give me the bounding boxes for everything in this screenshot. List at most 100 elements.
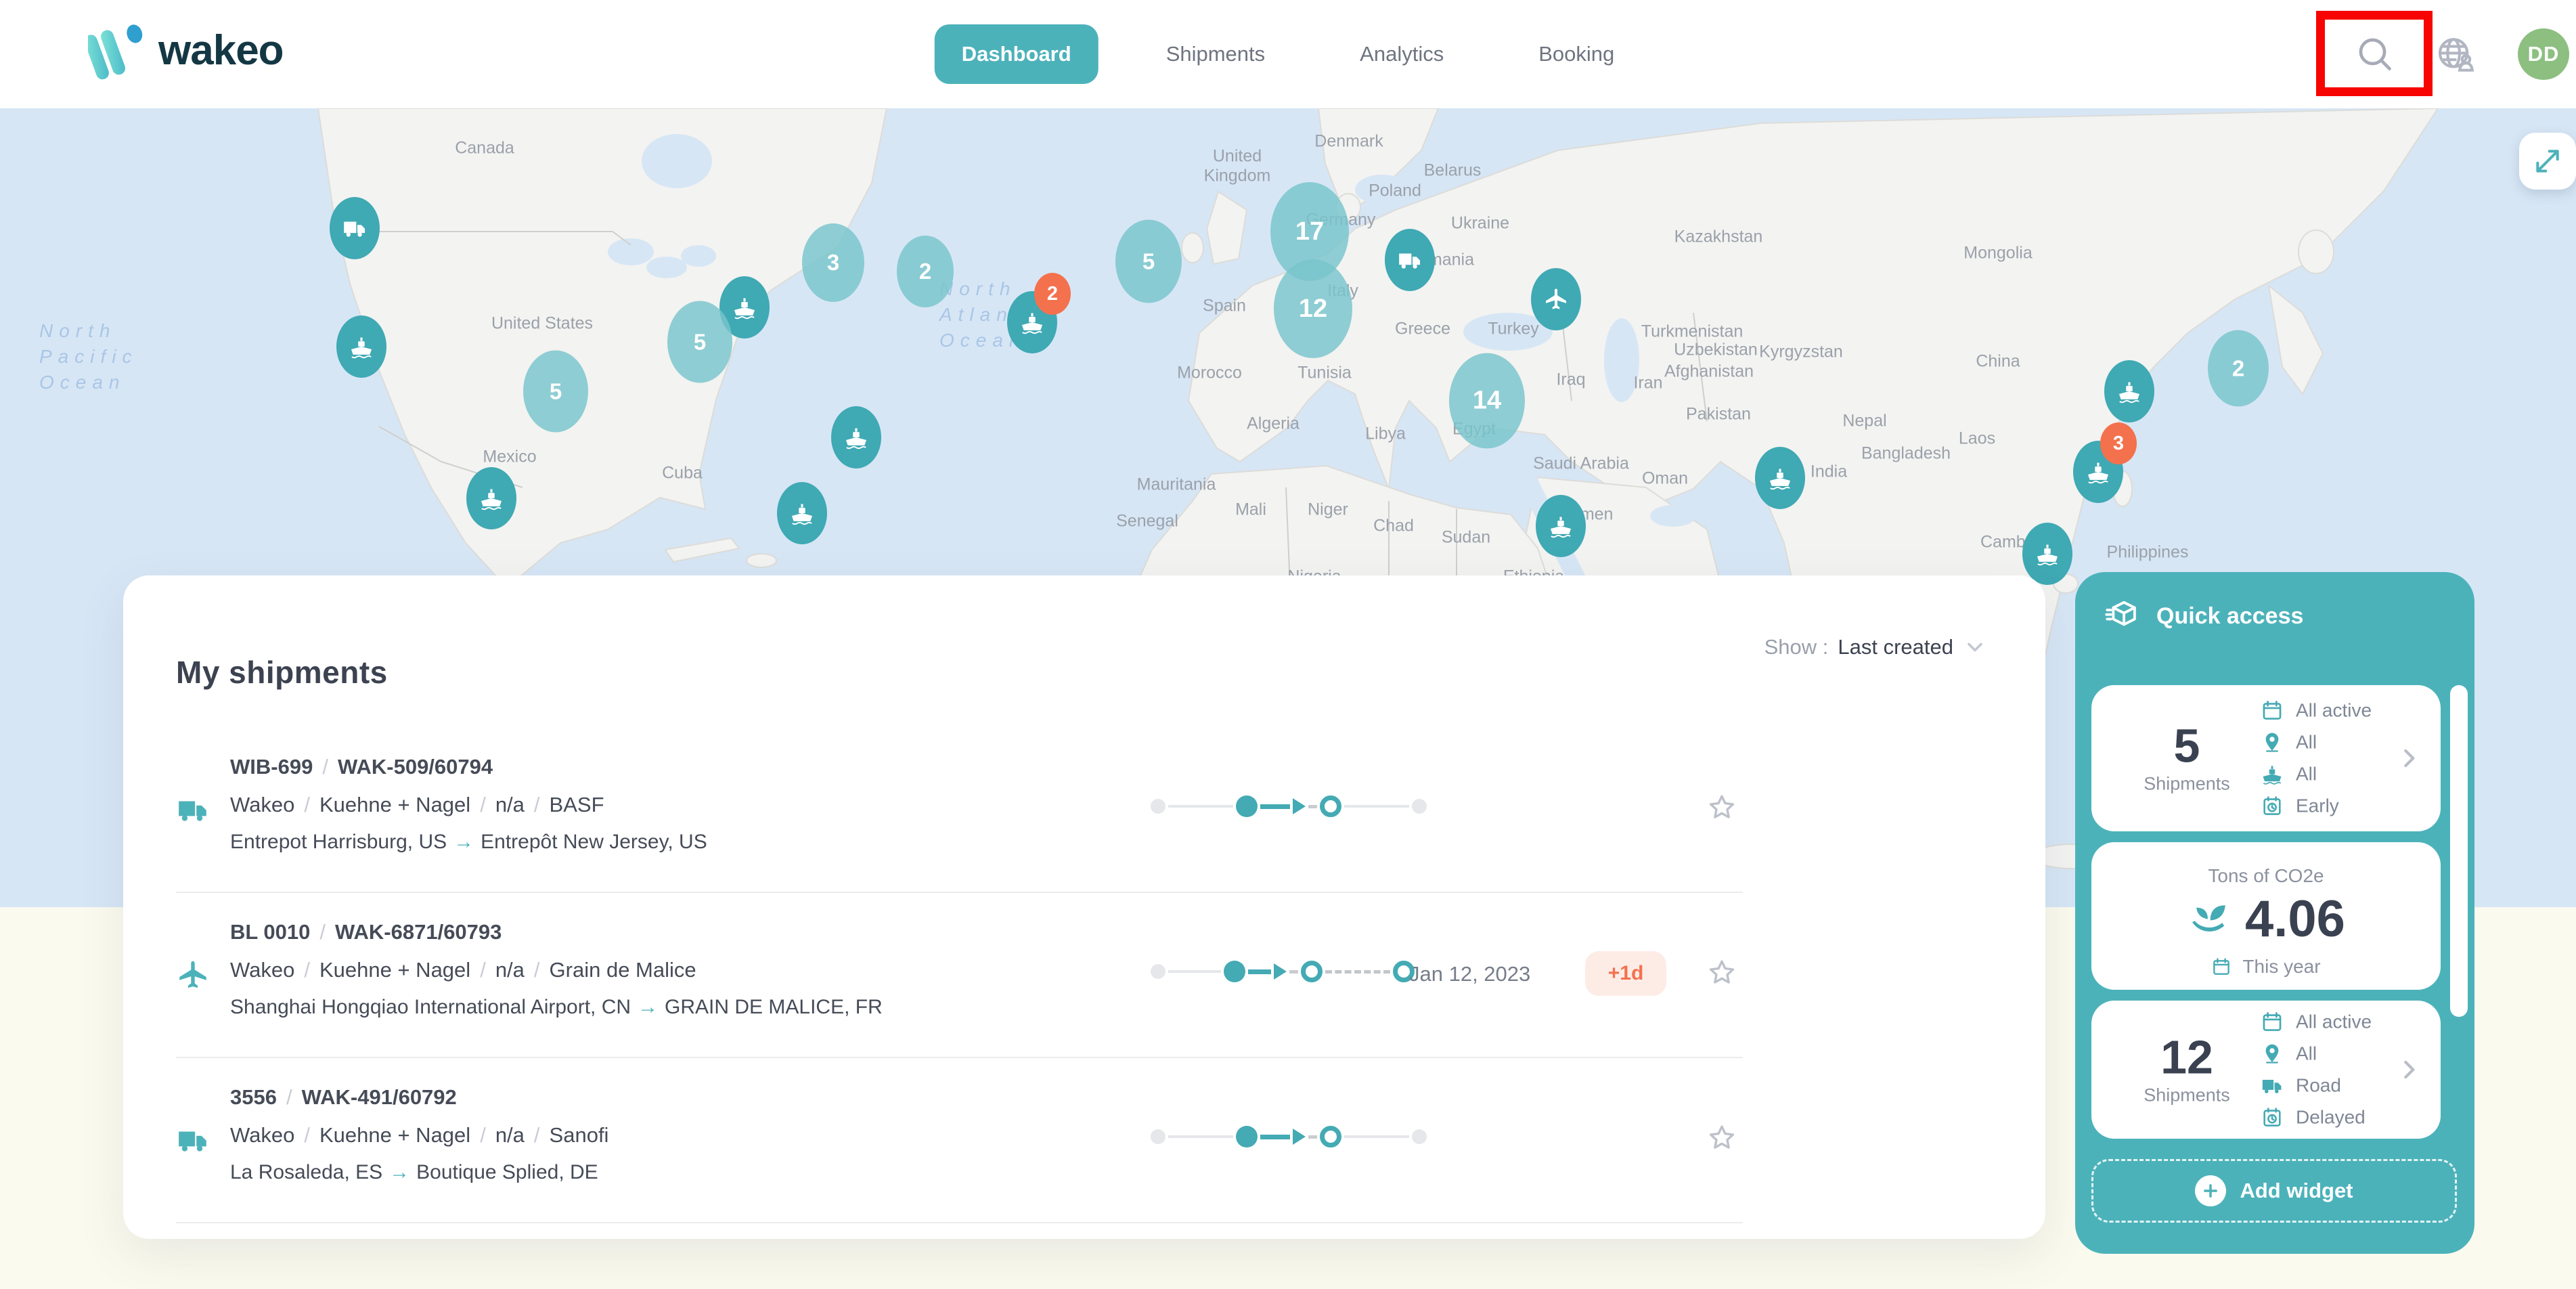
wakeo-logo[interactable]: wakeo [88,19,284,81]
add-widget-button[interactable]: Add widget [2091,1159,2457,1223]
filter-label: All active [2296,700,2372,722]
top-bar: wakeo Dashboard Shipments Analytics Booking… [0,0,2576,108]
filter-label: All [2296,764,2317,785]
map-ship-marker[interactable] [2104,360,2154,422]
leaf-icon [2187,898,2230,941]
co2-period: This year [2242,956,2320,978]
shipment-parties: Wakeo/Kuehne + Nagel/n/a/Sanofi [230,1123,608,1148]
show-sort-dropdown[interactable]: Show : Last created [1764,635,1987,659]
map-ship-marker[interactable] [777,482,827,544]
tab-analytics[interactable]: Analytics [1333,24,1471,84]
ship-icon [1019,309,1045,335]
progress-dash [1289,970,1298,974]
map-ship-marker[interactable] [336,315,386,378]
calendar-icon [2261,699,2284,722]
ocean-label: NorthPacificOcean [39,318,137,395]
progress-arrow [1274,963,1287,980]
map-expand-button[interactable] [2519,133,2576,190]
show-selected-value: Last created [1838,635,1953,659]
country-label: Iran [1633,374,1662,393]
progress-ring [1301,961,1323,982]
country-label: Poland [1369,181,1421,201]
map-ship-marker[interactable] [1536,495,1586,557]
filter-label: All active [2296,1011,2372,1033]
progress-gline [1168,1135,1233,1138]
map-ship-marker[interactable] [1755,447,1805,509]
favorite-star-icon[interactable] [1706,791,1738,824]
quick-access-scrollbar[interactable] [2450,685,2468,1017]
map-cluster-marker[interactable]: 12 [1274,259,1352,358]
map-cluster-marker[interactable]: 5 [523,351,588,433]
map-cluster-marker[interactable]: 2 [2208,330,2269,407]
plus-icon [2201,1181,2220,1200]
country-label: Mali [1235,500,1266,520]
shipment-references: 3556/WAK-491/60792 [230,1085,457,1110]
country-label: Spain [1203,297,1246,316]
shipment-progress [1151,961,1381,982]
country-label: Sudan [1442,528,1490,548]
tab-shipments[interactable]: Shipments [1139,24,1292,84]
shipment-row[interactable]: BL 0010/WAK-6871/60793Wakeo/Kuehne + Nag… [123,893,2045,1057]
separator: / [470,958,495,982]
progress-dotline [1325,970,1390,974]
map-truck-marker[interactable] [330,197,380,259]
package-icon [2105,598,2141,634]
map-cluster-marker[interactable]: 5 [667,301,732,383]
search-button[interactable] [2354,33,2395,74]
country-label: Iraq [1556,370,1585,390]
chevron-right-icon[interactable] [2396,1057,2422,1083]
country-label: Philippines [2107,543,2189,563]
tab-booking[interactable]: Booking [1511,24,1641,84]
progress-ring [1320,795,1341,817]
separator: / [470,793,495,816]
country-label: Canada [455,139,514,158]
progress-tdot [1236,795,1258,817]
progress-tdot [1236,1126,1258,1148]
map-truck-marker[interactable] [1385,229,1435,291]
progress-ring [1320,1126,1341,1148]
count-label: Shipments [2116,1085,2258,1106]
co2-widget[interactable]: Tons of CO2e4.06This year [2091,842,2441,990]
map-ship-marker[interactable] [466,467,516,529]
delay-count-badge: 3 [2100,422,2137,464]
filter-row: Delayed [2261,1106,2372,1129]
map-ship-marker[interactable] [2022,523,2072,585]
count-label: Shipments [2116,774,2258,795]
stopwatch-icon [2261,795,2284,818]
filter-label: Road [2296,1075,2341,1097]
map-cluster-marker[interactable]: 2 [897,236,954,307]
favorite-star-icon[interactable] [1706,1122,1738,1154]
ship-icon [732,294,757,320]
shipment-row[interactable]: WIB-699/WAK-509/60794Wakeo/Kuehne + Nage… [123,728,2045,892]
ship-icon [2116,378,2142,404]
progress-tline [1260,804,1290,809]
separator: / [525,1123,550,1147]
star-icon [1706,957,1738,989]
favorite-star-icon[interactable] [1706,957,1738,989]
language-button[interactable] [2435,34,2477,76]
shipment-progress [1151,795,1381,817]
progress-gline [1344,805,1409,808]
country-label: India [1811,462,1847,482]
progress-arrow [1293,1129,1306,1145]
progress-gdot [1412,1129,1427,1144]
shipments-count-widget[interactable]: 5ShipmentsAll activeAllAllEarly [2091,685,2441,831]
filter-row: Road [2261,1074,2372,1097]
tab-dashboard[interactable]: Dashboard [935,24,1098,84]
progress-gdot [1151,799,1165,814]
stopwatch-icon [2261,1106,2284,1129]
calendar-icon [2261,1011,2284,1034]
map-cluster-marker[interactable]: 3 [802,223,864,302]
country-label: Oman [1642,469,1688,489]
row-divider [176,1222,1743,1223]
country-label: Kazakhstan [1674,227,1763,247]
chevron-right-icon[interactable] [2396,745,2422,771]
shipment-row[interactable]: 3556/WAK-491/60792 Wakeo/Kuehne + Nagel/n… [123,1058,2045,1223]
map-plane-marker[interactable] [1531,268,1581,330]
map-cluster-marker[interactable]: 5 [1115,220,1182,303]
map-cluster-marker[interactable]: 14 [1449,353,1525,449]
map-ship-marker[interactable] [831,406,881,468]
user-avatar[interactable]: DD [2518,28,2569,80]
shipments-count-widget[interactable]: 12ShipmentsAll activeAllRoadDelayed [2091,1001,2441,1139]
country-label: Mauritania [1137,475,1216,495]
